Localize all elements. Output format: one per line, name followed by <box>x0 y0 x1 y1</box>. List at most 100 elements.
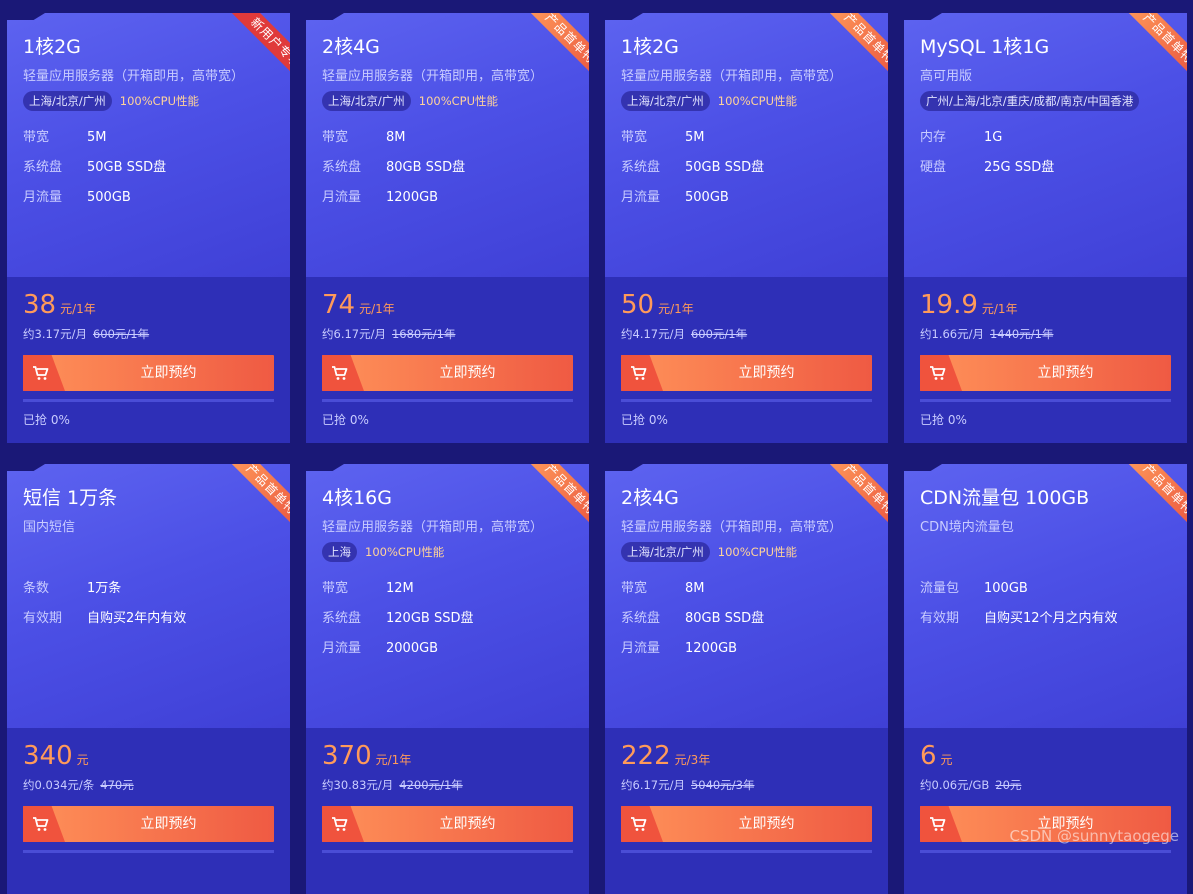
spec-value: 120GB SSD盘 <box>386 611 474 626</box>
region-tag: 上海 <box>322 542 357 562</box>
spec-row: 条数 1万条 <box>23 580 186 610</box>
promo-ribbon: 产品首单特惠 <box>525 464 589 540</box>
price-row: 370 元/1年 <box>322 741 411 771</box>
spec-key: 系统盘 <box>621 160 661 175</box>
spec-list: 带宽 5M 系统盘 50GB SSD盘 月流量 500GB <box>23 129 166 219</box>
promo-ribbon: 新用户专享 <box>226 13 290 89</box>
spec-row: 内存 1G <box>920 129 1054 159</box>
ribbon-wrap: 产品首单特惠 <box>812 464 888 540</box>
price-detail: 约30.83元/月 4200元/1年 <box>322 777 463 793</box>
spec-key: 系统盘 <box>322 160 362 175</box>
price-value: 370 <box>322 741 372 771</box>
spec-row: 带宽 5M <box>621 129 764 159</box>
promo-ribbon: 产品首单特惠 <box>226 464 290 540</box>
product-title: CDN流量包 100GB <box>920 487 1090 509</box>
price-row: 6元 <box>920 741 953 771</box>
product-card[interactable]: 产品首单特惠 短信 1万条 国内短信 条数 1万条 有效期 自购买2年内有效 3… <box>7 464 290 894</box>
reserve-button[interactable]: 立即预约 <box>23 806 274 842</box>
promo-ribbon: 产品首单特惠 <box>1123 13 1187 89</box>
product-subtitle: 轻量应用服务器（开箱即用，高带宽） <box>322 69 544 84</box>
price-detail: 约3.17元/月 600元/1年 <box>23 326 149 342</box>
cart-icon <box>332 817 348 831</box>
spec-value: 500GB <box>87 190 131 205</box>
product-tags: 上海/北京/广州 100%CPU性能 <box>23 90 199 112</box>
cart-icon <box>930 817 946 831</box>
spec-row: 月流量 1200GB <box>322 189 465 219</box>
reserve-button[interactable]: 立即预约 <box>322 355 573 391</box>
cart-icon <box>332 366 348 380</box>
product-card[interactable]: 产品首单特惠 1核2G 轻量应用服务器（开箱即用，高带宽） 上海/北京/广州 1… <box>605 13 888 443</box>
product-card[interactable]: 新用户专享 1核2G 轻量应用服务器（开箱即用，高带宽） 上海/北京/广州 10… <box>7 13 290 443</box>
spec-key: 流量包 <box>920 581 960 596</box>
ribbon-wrap: 新用户专享 <box>214 13 290 89</box>
reserve-button[interactable]: 立即预约 <box>621 806 872 842</box>
reserve-button-label: 立即预约 <box>738 365 795 381</box>
per-unit-price: 约30.83元/月 <box>322 778 394 792</box>
spec-key: 带宽 <box>621 130 648 145</box>
price-unit: 元/1年 <box>375 753 412 767</box>
reserve-button[interactable]: 立即预约 <box>322 806 573 842</box>
product-title: 4核16G <box>322 487 392 509</box>
ribbon-wrap: 产品首单特惠 <box>812 13 888 89</box>
cpu-tag: 100%CPU性能 <box>717 545 798 559</box>
cart-icon <box>631 817 647 831</box>
reserve-button[interactable]: 立即预约 <box>920 355 1171 391</box>
cpu-tag: 100%CPU性能 <box>365 545 445 559</box>
spec-row: 带宽 8M <box>621 580 764 610</box>
spec-row: 系统盘 80GB SSD盘 <box>322 159 465 189</box>
spec-row: 带宽 8M <box>322 129 465 159</box>
spec-row: 硬盘 25G SSD盘 <box>920 159 1054 189</box>
price-row: 340 元 <box>23 741 89 771</box>
product-tags: 上海/北京/广州 100%CPU性能 <box>621 90 797 112</box>
price-row: 222 元/3年 <box>621 741 710 771</box>
spec-value: 12M <box>386 581 414 596</box>
price-detail: 约0.06元/GB 20元 <box>920 777 1021 793</box>
spec-value: 8M <box>386 130 406 145</box>
cart-icon <box>930 366 946 380</box>
sold-status: 已抢 0% <box>920 413 967 427</box>
price-detail: 约6.17元/月 5040元/3年 <box>621 777 754 793</box>
promo-ribbon: 产品首单特惠 <box>824 13 888 89</box>
product-title: 短信 1万条 <box>23 487 118 509</box>
spec-row: 流量包 100GB <box>920 580 1118 610</box>
sold-progress <box>322 399 573 402</box>
product-card[interactable]: 产品首单特惠 4核16G 轻量应用服务器（开箱即用，高带宽） 上海 100%CP… <box>306 464 589 894</box>
region-tag: 上海/北京/广州 <box>322 91 411 111</box>
spec-value: 500GB <box>685 190 729 205</box>
spec-value: 1万条 <box>87 581 122 596</box>
spec-key: 带宽 <box>322 581 349 596</box>
spec-row: 系统盘 50GB SSD盘 <box>621 159 764 189</box>
sold-progress <box>23 850 274 853</box>
watermark: CSDN @sunnytaogege <box>1009 827 1180 845</box>
spec-value: 80GB SSD盘 <box>685 611 765 626</box>
product-card[interactable]: 产品首单特惠 MySQL 1核1G 高可用版 广州/上海/北京/重庆/成都/南京… <box>904 13 1187 443</box>
price-row: 74 元/1年 <box>322 290 395 320</box>
spec-list: 带宽 8M 系统盘 80GB SSD盘 月流量 1200GB <box>322 129 465 219</box>
price-row: 50 元/1年 <box>621 290 694 320</box>
spec-key: 月流量 <box>23 190 63 205</box>
promo-ribbon: 产品首单特惠 <box>824 464 888 540</box>
product-grid: 新用户专享 1核2G 轻量应用服务器（开箱即用，高带宽） 上海/北京/广州 10… <box>0 0 1193 894</box>
spec-key: 有效期 <box>920 611 960 626</box>
per-unit-price: 约3.17元/月 <box>23 327 87 341</box>
product-card[interactable]: 产品首单特惠 2核4G 轻量应用服务器（开箱即用，高带宽） 上海/北京/广州 1… <box>605 464 888 894</box>
spec-value: 5M <box>87 130 107 145</box>
spec-value: 1200GB <box>386 190 439 205</box>
spec-value: 50GB SSD盘 <box>87 160 167 175</box>
reserve-button[interactable]: 立即预约 <box>23 355 274 391</box>
price-value: 74 <box>322 290 356 320</box>
original-price: 4200元/1年 <box>399 778 463 792</box>
spec-row: 有效期 自购买2年内有效 <box>23 610 186 640</box>
sold-status: 已抢 0% <box>621 413 668 427</box>
reserve-button[interactable]: 立即预约 <box>621 355 872 391</box>
spec-key: 条数 <box>23 581 50 596</box>
price-row: 19.9 元/1年 <box>920 290 1018 320</box>
product-title: 1核2G <box>23 36 81 58</box>
spec-list: 条数 1万条 有效期 自购买2年内有效 <box>23 580 186 640</box>
spec-key: 内存 <box>920 130 947 145</box>
product-card[interactable]: 产品首单特惠 2核4G 轻量应用服务器（开箱即用，高带宽） 上海/北京/广州 1… <box>306 13 589 443</box>
spec-value: 80GB SSD盘 <box>386 160 466 175</box>
spec-row: 系统盘 50GB SSD盘 <box>23 159 166 189</box>
spec-row: 月流量 2000GB <box>322 640 473 670</box>
spec-value: 8M <box>685 581 705 596</box>
